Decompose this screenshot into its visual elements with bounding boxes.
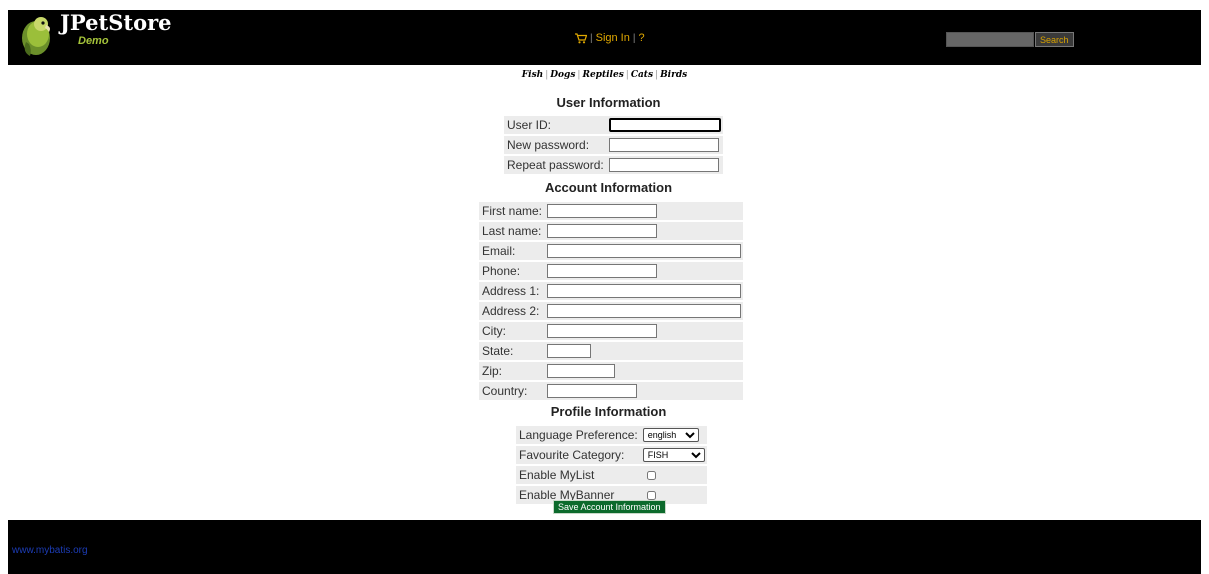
search-input[interactable] bbox=[946, 32, 1034, 47]
form-row: Country: bbox=[479, 382, 744, 400]
field-cell bbox=[606, 136, 723, 154]
repeat-password-input[interactable] bbox=[608, 158, 719, 173]
form-row: User ID: bbox=[504, 116, 723, 134]
quicklink-dogs[interactable]: Dogs bbox=[550, 70, 575, 80]
account-information-title: Account Information bbox=[544, 180, 673, 195]
account-information-form: First name: Last name: Email: Phone: Add… bbox=[479, 200, 744, 402]
form-row: City: bbox=[479, 322, 744, 340]
city-input[interactable] bbox=[547, 324, 658, 339]
footer-bar: www.mybatis.org bbox=[8, 520, 1201, 574]
logo[interactable]: JPetStore Demo bbox=[16, 10, 196, 62]
language-preference-label: Language Preference: bbox=[516, 426, 641, 444]
form-row: First name: bbox=[479, 202, 744, 220]
field-label: Repeat password: bbox=[504, 156, 607, 174]
email-input[interactable] bbox=[547, 244, 742, 259]
field-cell: FISH bbox=[640, 446, 707, 464]
address2-input[interactable] bbox=[547, 304, 742, 319]
form-row: Zip: bbox=[479, 362, 744, 380]
field-label: Address 1: bbox=[479, 282, 546, 300]
form-row: Address 2: bbox=[479, 302, 744, 320]
form-row: Language Preference: english bbox=[516, 426, 707, 444]
quicklink-reptiles[interactable]: Reptiles bbox=[582, 70, 623, 80]
menu-separator: | bbox=[590, 32, 593, 44]
enable-mybanner-checkbox[interactable] bbox=[646, 491, 656, 501]
profile-information-form: Language Preference: english Favourite C… bbox=[516, 424, 707, 506]
first-name-input[interactable] bbox=[547, 204, 658, 219]
search-form: Search bbox=[946, 32, 1074, 47]
header-bar: JPetStore Demo | Sign In | ? Search bbox=[8, 10, 1201, 65]
field-cell bbox=[545, 262, 744, 280]
quicklink-separator: | bbox=[577, 70, 581, 80]
field-label: City: bbox=[479, 322, 546, 340]
new-password-input[interactable] bbox=[608, 138, 719, 153]
sign-in-link[interactable]: Sign In bbox=[596, 32, 630, 44]
field-cell bbox=[545, 302, 744, 320]
logo-subtitle: Demo bbox=[78, 35, 109, 47]
quicklink-separator: | bbox=[655, 70, 659, 80]
field-cell bbox=[545, 282, 744, 300]
form-row: Favourite Category: FISH bbox=[516, 446, 707, 464]
logo-title: JPetStore bbox=[60, 10, 172, 35]
form-row: Address 1: bbox=[479, 282, 744, 300]
enable-mylist-checkbox[interactable] bbox=[646, 471, 656, 481]
field-label: State: bbox=[479, 342, 546, 360]
form-row: New password: bbox=[504, 136, 723, 154]
address1-input[interactable] bbox=[547, 284, 742, 299]
quicklink-separator: | bbox=[545, 70, 549, 80]
quick-links: Fish | Dogs | Reptiles | Cats | Birds bbox=[0, 70, 1209, 80]
form-row: Phone: bbox=[479, 262, 744, 280]
parrot-logo-icon bbox=[22, 17, 50, 56]
field-cell bbox=[640, 466, 707, 484]
field-cell bbox=[545, 202, 744, 220]
country-input[interactable] bbox=[547, 384, 638, 399]
field-label: New password: bbox=[504, 136, 607, 154]
form-row: Last name: bbox=[479, 222, 744, 240]
favourite-category-label: Favourite Category: bbox=[516, 446, 641, 464]
user-information-title: User Information bbox=[556, 95, 661, 110]
profile-information-title: Profile Information bbox=[550, 404, 667, 419]
favourite-category-select[interactable]: FISH bbox=[642, 448, 705, 463]
shopping-cart-icon[interactable] bbox=[575, 32, 587, 44]
save-account-button[interactable]: Save Account Information bbox=[553, 500, 666, 514]
field-cell bbox=[545, 362, 744, 380]
field-cell: english bbox=[640, 426, 707, 444]
mybatis-link[interactable]: www.mybatis.org bbox=[12, 545, 88, 556]
zip-input[interactable] bbox=[547, 364, 616, 379]
quicklink-separator: | bbox=[625, 70, 629, 80]
menu-separator: | bbox=[632, 32, 636, 44]
field-cell bbox=[606, 156, 723, 174]
help-link[interactable]: ? bbox=[638, 32, 644, 44]
enable-mylist-label: Enable MyList bbox=[516, 466, 641, 484]
form-row: State: bbox=[479, 342, 744, 360]
field-label: First name: bbox=[479, 202, 546, 220]
field-cell bbox=[545, 322, 744, 340]
form-row: Enable MyList bbox=[516, 466, 707, 484]
field-label: Address 2: bbox=[479, 302, 546, 320]
user-information-form: User ID: New password: Repeat password: bbox=[504, 114, 723, 176]
state-input[interactable] bbox=[547, 344, 592, 359]
quicklink-cats[interactable]: Cats bbox=[631, 70, 653, 80]
field-label: Country: bbox=[479, 382, 546, 400]
phone-input[interactable] bbox=[547, 264, 658, 279]
field-cell bbox=[545, 242, 744, 260]
quicklink-fish[interactable]: Fish bbox=[522, 70, 543, 80]
form-row: Repeat password: bbox=[504, 156, 723, 174]
field-label: Zip: bbox=[479, 362, 546, 380]
form-row: Email: bbox=[479, 242, 744, 260]
field-label: Last name: bbox=[479, 222, 546, 240]
field-cell bbox=[545, 222, 744, 240]
field-cell bbox=[545, 382, 744, 400]
header-menu: | Sign In | ? bbox=[575, 32, 645, 44]
last-name-input[interactable] bbox=[547, 224, 658, 239]
user-id-input[interactable] bbox=[608, 118, 721, 133]
field-cell bbox=[545, 342, 744, 360]
field-label: User ID: bbox=[504, 116, 607, 134]
field-label: Email: bbox=[479, 242, 546, 260]
language-preference-select[interactable]: english bbox=[642, 428, 699, 443]
quicklink-birds[interactable]: Birds bbox=[660, 70, 687, 80]
search-button[interactable]: Search bbox=[1035, 32, 1074, 47]
field-cell bbox=[606, 116, 723, 134]
field-label: Phone: bbox=[479, 262, 546, 280]
